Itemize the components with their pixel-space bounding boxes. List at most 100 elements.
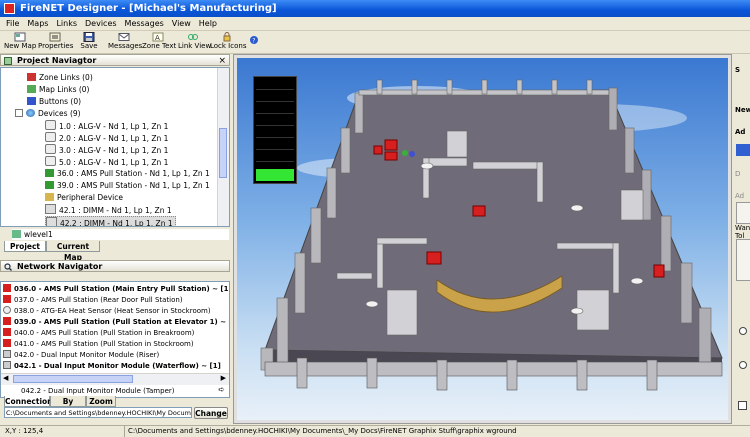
menu-messages[interactable]: Messages [121, 17, 168, 30]
change-button[interactable]: Change [194, 407, 228, 419]
tree-item-device[interactable]: 39.0 : AMS Pull Station - Nd 1, Lp 1, Zn… [45, 180, 210, 191]
tab-connection[interactable]: Connection [4, 396, 53, 407]
tree-item-map-links[interactable]: Map Links (0) [27, 84, 90, 95]
svg-text:?: ? [252, 38, 255, 45]
zone-text-button[interactable]: A Zone Text [142, 32, 176, 52]
tree-item-device-selected[interactable]: 42.2 : DIMM - Nd 1, Lp 1, Zn 1 [45, 216, 176, 226]
smoke-detector-icon[interactable] [420, 162, 434, 170]
close-icon[interactable]: × [218, 55, 226, 67]
tree-scrollbar[interactable] [217, 68, 229, 226]
right-properties-panel: S New Ad D Ad Wan Tol [733, 54, 750, 424]
tool-box[interactable] [736, 239, 750, 281]
network-list[interactable]: 036.0 - AMS Pull Station (Main Entry Pul… [0, 281, 230, 398]
map-level-icon [12, 230, 21, 238]
zone-links-icon [27, 73, 36, 81]
tab-current-map[interactable]: Current Map [46, 241, 100, 262]
status-led-icon [402, 150, 408, 156]
list-item[interactable]: 038.0 - ATG-EA Heat Sensor (Heat Sensor … [3, 306, 211, 316]
status-led-icon [409, 151, 415, 157]
list-item[interactable]: 042.0 - Dual Input Monitor Module (Riser… [3, 350, 159, 360]
tree-item-device[interactable]: 36.0 : AMS Pull Station - Nd 1, Lp 1, Zn… [45, 168, 210, 179]
arrow-right-icon[interactable]: ➪ [218, 385, 225, 394]
tree-scroll-thumb[interactable] [219, 128, 227, 178]
smoke-detector-icon[interactable] [365, 300, 379, 308]
menu-help[interactable]: Help [195, 17, 221, 30]
alarm-device-icon[interactable] [384, 139, 398, 151]
title-bar: FireNET Designer - [Michael's Manufactur… [0, 0, 750, 17]
list-item[interactable]: 037.0 - AMS Pull Station (Rear Door Pull… [3, 295, 183, 305]
lock-icons-button[interactable]: Lock Icons [210, 32, 246, 52]
link-view-icon [188, 34, 198, 40]
tab-by-zone[interactable]: By Zone [50, 396, 86, 417]
link-view-button[interactable]: Link View [178, 32, 211, 52]
properties-button[interactable]: Properties [38, 32, 73, 52]
pull-station-icon [3, 339, 11, 347]
network-scroll-thumb[interactable] [13, 375, 133, 383]
smoke-detector-icon[interactable] [570, 307, 584, 315]
pull-station-icon[interactable] [653, 264, 665, 278]
tree-item-device[interactable]: 3.0 : ALG-V - Nd 1, Lp 1, Zn 1 [45, 144, 168, 155]
status-bar: X,Y : 125,4 C:\Documents and Settings\bd… [0, 425, 750, 437]
tree-item-device[interactable]: 1.0 : ALG-V - Nd 1, Lp 1, Zn 1 [45, 120, 168, 131]
scroll-right-icon[interactable]: ▶ [221, 374, 226, 382]
smoke-detector-icon[interactable] [630, 277, 644, 285]
menu-file[interactable]: File [0, 17, 23, 30]
pull-station-icon[interactable] [472, 205, 486, 217]
menu-maps[interactable]: Maps [23, 17, 52, 30]
path-field[interactable]: C:\Documents and Settings\bdenney.HOCHIK… [4, 407, 192, 418]
tool-button[interactable] [736, 202, 750, 224]
list-item[interactable]: 041.0 - AMS Pull Station (Pull Station i… [3, 339, 194, 349]
radio-option[interactable] [739, 327, 747, 335]
floor-plan-3d [260, 79, 723, 391]
list-item[interactable]: 036.0 - AMS Pull Station (Main Entry Pul… [3, 284, 229, 294]
menu-links[interactable]: Links [52, 17, 81, 30]
tab-project[interactable]: Project [4, 241, 46, 252]
magnifier-icon [4, 263, 12, 271]
messages-icon [118, 33, 130, 41]
pull-station-icon [3, 295, 11, 303]
save-button[interactable]: Save [78, 32, 100, 52]
project-tree[interactable]: Zone Links (0) Map Links (0) Buttons (0)… [0, 67, 230, 227]
add-button[interactable] [736, 144, 750, 156]
list-item[interactable]: 042.1 - Dual Input Monitor Module (Water… [3, 361, 221, 371]
checkbox[interactable] [738, 401, 747, 410]
alarm-device-icon[interactable] [384, 151, 398, 161]
project-navigator-header: Project Naviagtor × [0, 54, 230, 66]
list-item[interactable]: 039.0 - AMS Pull Station (Pull Station a… [3, 317, 229, 327]
smoke-detector-icon[interactable] [570, 204, 584, 212]
menu-bar: File Maps Links Devices Messages View Help [0, 17, 750, 31]
network-navigator-header: Network Navigator [0, 260, 230, 272]
list-item[interactable]: 042.2 - Dual Input Monitor Module (Tampe… [21, 386, 174, 396]
alarm-device-icon[interactable] [373, 145, 383, 155]
tree-item-device[interactable]: 2.0 : ALG-V - Nd 1, Lp 1, Zn 1 [45, 132, 168, 143]
project-tabs: Project Current Map [0, 241, 230, 262]
scroll-left-icon[interactable]: ◀ [3, 374, 8, 382]
collapse-icon[interactable] [15, 109, 23, 117]
tree-item-device[interactable]: 42.1 : DIMM - Nd 1, Lp 1, Zn 1 [45, 204, 172, 215]
tree-item-device[interactable]: Peripheral Device [45, 192, 123, 203]
messages-button[interactable]: Messages [108, 32, 142, 52]
radio-option[interactable] [739, 361, 747, 369]
menu-devices[interactable]: Devices [81, 17, 121, 30]
tree-item-devices[interactable]: Devices (9) [15, 108, 81, 119]
menu-view[interactable]: View [168, 17, 195, 30]
map-canvas[interactable] [237, 58, 728, 420]
devices-globe-icon [26, 109, 35, 117]
list-item[interactable]: 040.0 - AMS Pull Station (Pull Station i… [3, 328, 194, 338]
pull-station-icon [3, 328, 11, 336]
network-hscrollbar[interactable]: ◀ ▶ [1, 373, 229, 385]
tree-item-device[interactable]: 5.0 : ALG-V - Nd 1, Lp 1, Zn 1 [45, 156, 168, 167]
help-button[interactable]: ? [248, 35, 258, 55]
module-icon [3, 350, 11, 358]
new-map-button[interactable]: New Map [4, 32, 36, 52]
tab-zoom[interactable]: Zoom [86, 396, 116, 407]
new-map-icon [14, 32, 26, 42]
tree-item-zone-links[interactable]: Zone Links (0) [27, 72, 93, 83]
tree-item-wlevel1[interactable]: wlevel1 [12, 229, 229, 240]
file-path-readout: C:\Documents and Settings\bdenney.HOCHIK… [124, 426, 750, 437]
pull-station-icon[interactable] [426, 251, 442, 265]
zone-text-icon: A [152, 32, 164, 42]
detector-icon [45, 132, 56, 142]
detector-icon [45, 156, 56, 166]
tree-item-buttons[interactable]: Buttons (0) [27, 96, 81, 107]
